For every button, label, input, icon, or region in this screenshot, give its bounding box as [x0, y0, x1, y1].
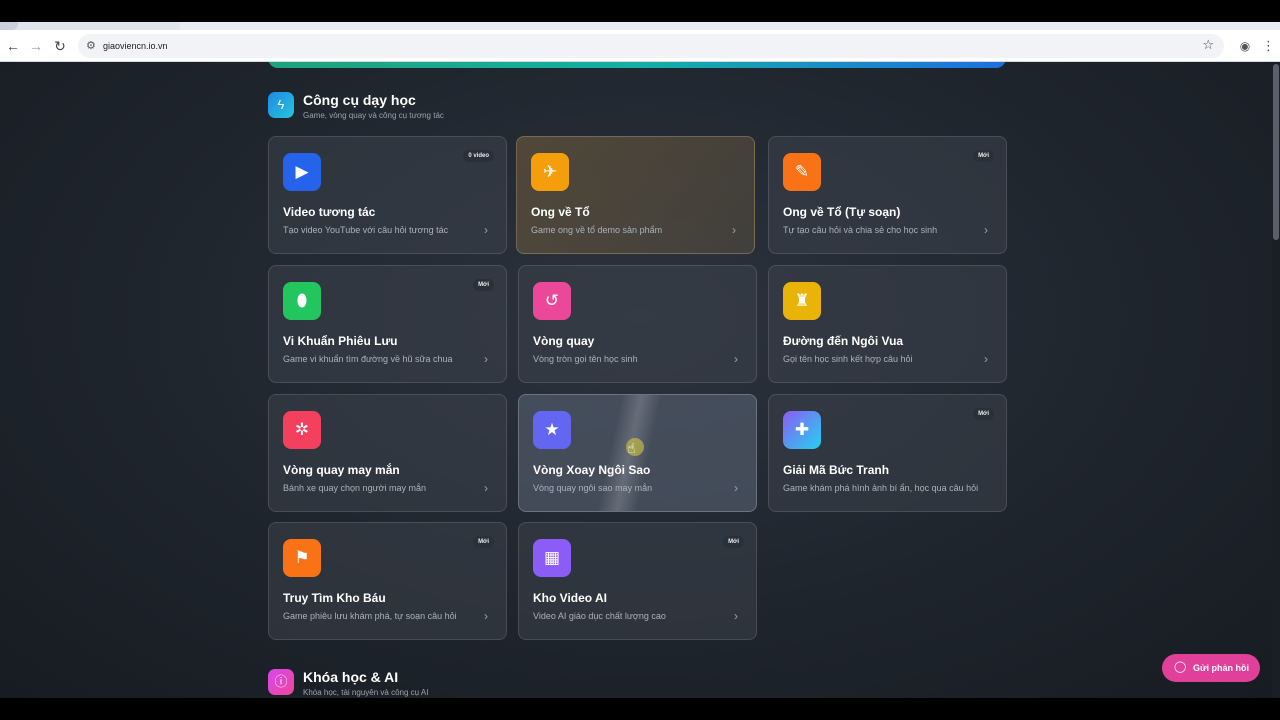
active-tab-edge[interactable] [0, 22, 18, 30]
card-description: Vòng quay ngôi sao may mắn [533, 483, 653, 493]
pirate-flag-icon: ⚑ [283, 539, 321, 577]
card-giai-ma-buc-tranh[interactable]: ✚ Mới Giải Mã Bức Tranh Game khám phá hì… [768, 394, 1007, 512]
video-count-badge: 0 video [463, 150, 494, 162]
chevron-right-icon: › [984, 352, 988, 366]
rotate-icon: ↺ [533, 282, 571, 320]
new-badge: Mới [723, 536, 744, 548]
card-description: Vòng tròn gọi tên học sinh [533, 354, 638, 364]
bee-notebook-icon: ✎ [783, 153, 821, 191]
card-description: Tự tạo câu hỏi và chia sẻ cho học sinh [783, 225, 938, 235]
forward-arrow-icon[interactable]: → [27, 37, 45, 55]
section-title: Công cụ dạy học [303, 92, 416, 108]
section-subtitle: Khóa học, tài nguyên và công cụ AI [303, 688, 429, 697]
new-badge: Mới [973, 408, 994, 420]
bookmark-star-icon[interactable]: ☆ [1202, 37, 1214, 53]
bee-icon: ✈ [531, 153, 569, 191]
castle-icon: ♜ [783, 282, 821, 320]
card-title: Ong về Tổ (Tự soạn) [783, 205, 901, 219]
page-content: ϟ Công cụ dạy học Game, vòng quay và côn… [0, 62, 1280, 698]
card-title: Video tương tác [283, 205, 376, 219]
browser-toolbar: ← → ↻ ⚙ giaoviencn.io.vn ☆ ◉ ⋮ [0, 30, 1280, 62]
card-title: Vòng Xoay Ngôi Sao [533, 463, 651, 477]
hero-banner-bottom [268, 62, 1006, 68]
card-vi-khuan-phieu-luu[interactable]: ⬮ Mới Vi Khuẩn Phiêu Lưu Game vi khuẩn t… [268, 265, 507, 383]
back-arrow-icon[interactable]: ← [4, 37, 22, 55]
card-vong-quay-may-man[interactable]: ✲ Vòng quay may mắn Bánh xe quay chọn ng… [268, 394, 507, 512]
card-ong-ve-to-tu-soan[interactable]: ✎ Mới Ong về Tổ (Tự soạn) Tự tạo câu hỏi… [768, 136, 1007, 254]
card-title: Đường đến Ngôi Vua [783, 334, 904, 348]
card-description: Video AI giáo dục chất lượng cao [533, 611, 666, 621]
url-text[interactable]: giaoviencn.io.vn [103, 39, 168, 53]
card-title: Kho Video AI [533, 591, 608, 605]
page-scrollbar[interactable] [1272, 62, 1280, 698]
feedback-label: Gửi phản hồi [1193, 663, 1250, 673]
puzzle-icon: ✚ [783, 411, 821, 449]
card-description: Bánh xe quay chọn người may mắn [283, 483, 427, 493]
card-title: Vi Khuẩn Phiêu Lưu [283, 334, 398, 348]
card-truy-tim-kho-bau[interactable]: ⚑ Mới Truy Tìm Kho Báu Game phiêu lưu kh… [268, 522, 507, 640]
clapperboard-icon: ▦ [533, 539, 571, 577]
new-badge: Mới [973, 150, 994, 162]
hand-cursor-icon: ☝ [627, 440, 636, 456]
chevron-right-icon: › [984, 223, 988, 237]
star-icon: ★ [533, 411, 571, 449]
chevron-right-icon: › [734, 609, 738, 623]
card-ong-ve-to[interactable]: ✈ Ong về Tổ Game ong về tổ demo sản phẩm… [516, 136, 755, 254]
card-description: Game vi khuẩn tìm đường về hũ sữa chua [283, 354, 453, 364]
ferris-wheel-icon: ✲ [283, 411, 321, 449]
card-description: Game ong về tổ demo sản phẩm [531, 225, 663, 235]
card-description: Gọi tên học sinh kết hợp câu hỏi [783, 354, 913, 364]
card-title: Truy Tìm Kho Báu [283, 591, 386, 605]
bacteria-icon: ⬮ [283, 282, 321, 320]
card-description: Game khám phá hình ảnh bí ẩn, học qua câ… [783, 483, 979, 493]
chevron-right-icon: › [484, 352, 488, 366]
card-title: Vòng quay [533, 334, 595, 348]
card-title: Giải Mã Bức Tranh [783, 463, 890, 477]
reload-icon[interactable]: ↻ [51, 37, 69, 55]
profile-icon[interactable]: ◉ [1236, 37, 1254, 55]
card-video-tuong-tac[interactable]: ▶ 0 video Video tương tác Tạo video YouT… [268, 136, 507, 254]
card-vong-quay[interactable]: ↺ Vòng quay Vòng tròn gọi tên học sinh › [518, 265, 757, 383]
card-title: Vòng quay may mắn [283, 463, 400, 477]
card-kho-video-ai[interactable]: ▦ Mới Kho Video AI Video AI giáo dục chấ… [518, 522, 757, 640]
card-description: Game phiêu lưu khám phá, tự soạn câu hỏi [283, 611, 457, 621]
info-icon: ⓘ [268, 669, 294, 695]
card-title: Ong về Tổ [531, 205, 590, 219]
video-camera-icon: ▶ [283, 153, 321, 191]
lightning-icon: ϟ [268, 92, 294, 118]
screen-top-border [0, 0, 1280, 22]
tab-strip-background [180, 22, 1280, 30]
chevron-right-icon: › [484, 223, 488, 237]
chevron-right-icon: › [734, 352, 738, 366]
new-badge: Mới [473, 536, 494, 548]
chevron-right-icon: › [484, 481, 488, 495]
site-settings-icon[interactable]: ⚙ [86, 39, 98, 53]
section-subtitle: Game, vòng quay và công cụ tương tác [303, 111, 444, 120]
chevron-right-icon: › [732, 223, 736, 237]
section-title: Khóa học & AI [303, 669, 399, 685]
card-description: Tạo video YouTube với câu hỏi tương tác [283, 225, 449, 235]
address-bar[interactable]: ⚙ giaoviencn.io.vn ☆ [78, 34, 1224, 58]
screen-bottom-border [0, 698, 1280, 720]
chevron-right-icon: › [484, 609, 488, 623]
chat-bubble-icon: ◯ [1174, 661, 1187, 673]
tab-strip [0, 22, 1280, 30]
more-menu-icon[interactable]: ⋮ [1262, 37, 1275, 55]
send-feedback-button[interactable]: ◯ Gửi phản hồi [1162, 654, 1260, 682]
scrollbar-thumb[interactable] [1273, 64, 1279, 240]
card-duong-den-ngoi-vua[interactable]: ♜ Đường đến Ngôi Vua Gọi tên học sinh kế… [768, 265, 1007, 383]
chevron-right-icon: › [734, 481, 738, 495]
new-badge: Mới [473, 279, 494, 291]
